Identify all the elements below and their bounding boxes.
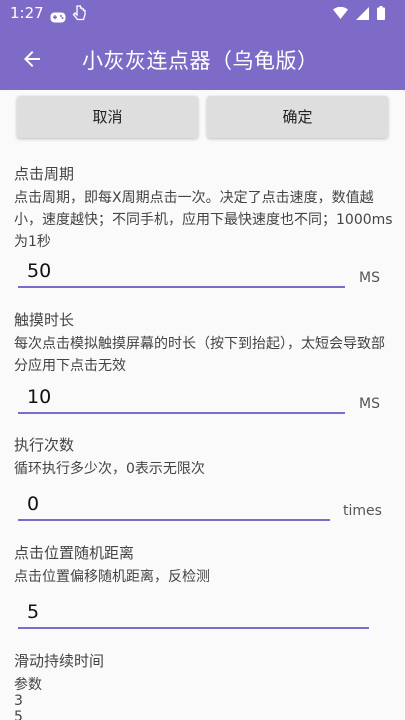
touch-duration-unit: MS [359, 396, 380, 412]
swipe-duration-title: 滑动持续时间 [14, 652, 105, 670]
click-period-unit: MS [359, 270, 380, 286]
battery-icon [377, 6, 385, 20]
status-time: 1:27 [10, 4, 44, 22]
repeat-count-title: 执行次数 [14, 436, 75, 454]
repeat-count-unit: times [343, 503, 382, 519]
touch-duration-title: 触摸时长 [14, 311, 75, 329]
status-bar: 1:27 [0, 0, 405, 27]
touch-duration-input[interactable]: 10 [18, 382, 345, 414]
random-offset-title: 点击位置随机距离 [14, 544, 135, 562]
touch-duration-value: 10 [27, 386, 52, 408]
swipe-duration-line-1: 3 [14, 693, 23, 709]
random-offset-desc: 点击位置偏移随机距离，反检测 [14, 569, 210, 585]
touch-duration-desc: 每次点击模拟触摸屏幕的时长（按下到抬起），太短会导致部分应用下点击无效 [14, 336, 385, 374]
random-offset-input[interactable]: 5 [18, 597, 369, 629]
gamepad-icon [50, 8, 66, 27]
page-title: 小灰灰连点器（乌龟版） [82, 49, 319, 73]
repeat-count-input[interactable]: 0 [18, 489, 330, 521]
click-period-desc: 点击周期，即每X周期点击一次。决定了点击速度，数值越小，速度越快；不同手机，应用… [14, 190, 393, 250]
swipe-duration-line-2: 5 [14, 709, 23, 720]
status-icons [333, 6, 385, 20]
click-period-value: 50 [27, 260, 52, 282]
click-period-title: 点击周期 [14, 165, 75, 183]
wifi-icon [333, 7, 348, 19]
touch-icon [72, 4, 86, 26]
confirm-button[interactable]: 确定 [207, 96, 388, 138]
random-offset-value: 5 [27, 601, 40, 623]
repeat-count-value: 0 [27, 493, 40, 515]
signal-icon [356, 6, 369, 20]
back-arrow-icon[interactable] [20, 47, 44, 71]
app-bar: 小灰灰连点器（乌龟版） [0, 27, 405, 90]
repeat-count-desc: 循环执行多少次，0表示无限次 [14, 461, 205, 477]
click-period-input[interactable]: 50 [18, 256, 345, 288]
cancel-button[interactable]: 取消 [17, 96, 198, 138]
